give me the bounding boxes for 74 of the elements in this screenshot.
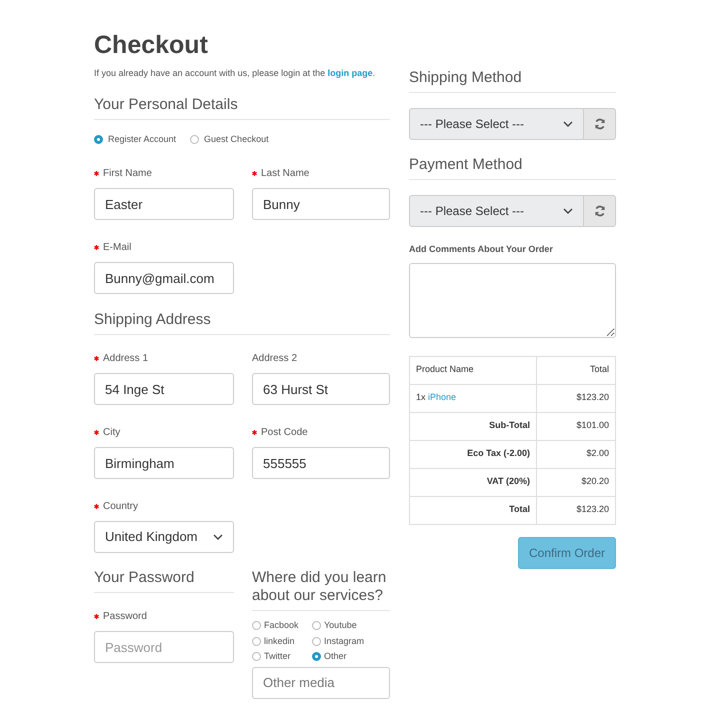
comments-label: Add Comments About Your Order xyxy=(409,243,554,256)
other-media-field[interactable]: Other media xyxy=(252,666,390,698)
page-title: Checkout xyxy=(94,30,209,60)
field-label: Last Name xyxy=(261,166,310,180)
required-icon xyxy=(94,430,99,434)
text-field[interactable]: 63 Hurst St xyxy=(252,373,390,405)
total-label: Sub-Total xyxy=(410,412,536,440)
total-label: Total xyxy=(410,496,536,524)
chevron-down-icon xyxy=(563,121,573,127)
refresh-button[interactable] xyxy=(584,108,616,140)
radio-button[interactable] xyxy=(94,134,103,144)
method-select[interactable]: --- Please Select --- xyxy=(409,108,584,140)
refresh-button[interactable] xyxy=(584,195,616,227)
required-icon xyxy=(94,614,99,618)
field-label: Address 2 xyxy=(252,352,298,366)
method-select[interactable]: --- Please Select --- xyxy=(409,195,584,227)
chevron-down-icon xyxy=(213,534,223,540)
section-heading: Where did you learn about our services? xyxy=(252,569,388,605)
total-label: Eco Tax (-2.00) xyxy=(410,440,536,468)
radio-label: Register Account xyxy=(108,132,176,146)
field-label: Country xyxy=(103,500,138,514)
required-icon xyxy=(252,430,257,434)
required-icon xyxy=(94,244,99,250)
text-field[interactable]: 555555 xyxy=(252,447,390,479)
radio-button[interactable] xyxy=(252,636,261,646)
section-heading: Shipping Address xyxy=(94,311,212,329)
field-label: Password xyxy=(103,610,147,624)
text-field[interactable]: 54 Inge St xyxy=(94,373,234,405)
refresh-icon xyxy=(594,118,606,130)
text-field[interactable]: Birmingham xyxy=(94,447,234,479)
section-heading: Your Personal Details xyxy=(94,96,239,114)
field-label: Address 1 xyxy=(103,352,148,366)
required-icon xyxy=(94,504,99,508)
radio-button[interactable] xyxy=(312,621,321,630)
field-label: First Name xyxy=(103,166,152,180)
intro-text: If you already have an account with us, please login at the login page. xyxy=(94,67,376,80)
radio-button[interactable] xyxy=(312,636,321,646)
total-label: VAT (20%) xyxy=(410,468,536,496)
radio-button[interactable] xyxy=(252,652,261,662)
table-cell: $20.20 xyxy=(536,468,616,496)
section-heading: Your Password xyxy=(94,569,196,587)
text-field[interactable]: Easter xyxy=(94,188,234,220)
text-field[interactable]: Bunny xyxy=(252,188,390,220)
table-cell: $2.00 xyxy=(536,440,616,468)
table-header: Product Name xyxy=(410,356,536,384)
country-select[interactable]: United Kingdom xyxy=(94,521,234,553)
radio-label: Instagram xyxy=(324,634,364,648)
radio-button[interactable] xyxy=(312,652,321,662)
field-label: Post Code xyxy=(261,426,308,440)
required-icon xyxy=(252,170,257,176)
refresh-icon xyxy=(594,205,606,217)
chevron-down-icon xyxy=(563,208,573,214)
section-heading: Shipping Method xyxy=(409,69,523,87)
table-cell: $123.20 xyxy=(536,496,616,524)
radio-label: Twitter xyxy=(264,650,291,663)
radio-label: Youtube xyxy=(324,619,357,632)
radio-label: linkedin xyxy=(264,634,295,648)
table-cell: $123.20 xyxy=(536,384,616,412)
required-icon xyxy=(94,170,99,176)
password-field[interactable]: Password xyxy=(94,631,234,663)
quantity-text: 1x xyxy=(416,392,427,402)
table-header: Total xyxy=(536,356,616,384)
radio-button[interactable] xyxy=(190,134,200,144)
radio-label: Facbook xyxy=(264,619,299,632)
comments-field[interactable] xyxy=(409,262,616,338)
field-label: City xyxy=(103,426,120,440)
radio-label: Other xyxy=(324,650,347,663)
field-label: E-Mail xyxy=(103,240,132,254)
text-field[interactable]: Bunny@gmail.com xyxy=(94,262,234,294)
required-icon xyxy=(94,356,99,360)
radio-button[interactable] xyxy=(252,621,261,630)
radio-label: Guest Checkout xyxy=(204,132,269,146)
table-cell: $101.00 xyxy=(536,412,616,440)
section-heading: Payment Method xyxy=(409,156,524,174)
